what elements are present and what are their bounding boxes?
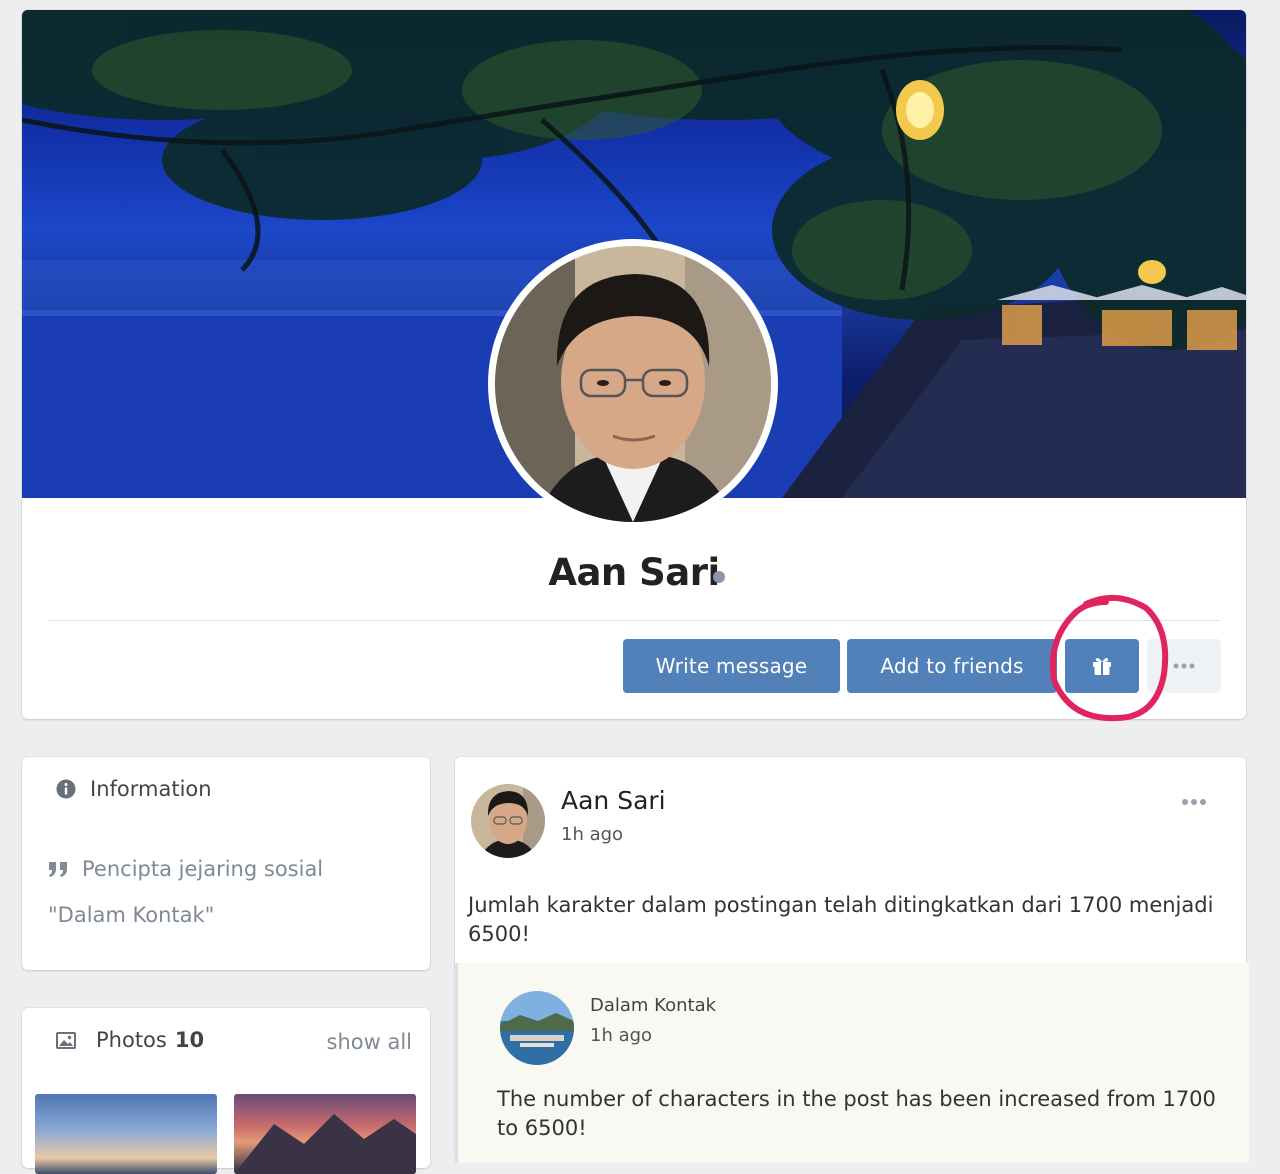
repost-author-avatar[interactable] (500, 991, 574, 1065)
post-author-avatar[interactable] (471, 784, 545, 858)
write-message-button[interactable]: Write message (623, 639, 840, 693)
status-quote: Pencipta jejaring sosial (48, 857, 323, 881)
online-status-dot (713, 571, 725, 583)
photos-count: 10 (174, 1028, 205, 1052)
post-timestamp[interactable]: 1h ago (561, 824, 623, 845)
profile-more-button[interactable] (1147, 639, 1221, 693)
photo-thumbnail[interactable] (234, 1094, 416, 1174)
profile-header-card: Aan Sari Write message Add to friends (22, 10, 1246, 719)
header-divider (48, 620, 1220, 621)
information-header: Information (56, 777, 212, 801)
more-dots-icon (1173, 663, 1195, 669)
profile-avatar-frame[interactable] (488, 239, 778, 529)
repost-timestamp[interactable]: 1h ago (590, 1025, 652, 1046)
profile-avatar[interactable] (495, 246, 771, 522)
post-author-name[interactable]: Aan Sari (561, 786, 666, 815)
post-more-button[interactable] (1181, 791, 1207, 810)
quote-icon (49, 862, 67, 877)
add-to-friends-button[interactable]: Add to friends (847, 639, 1057, 693)
status-text-line2: "Dalam Kontak" (48, 903, 215, 927)
information-card: Information Pencipta jejaring sosial "Da… (22, 757, 430, 970)
info-icon (56, 779, 76, 799)
information-title: Information (90, 777, 212, 801)
wall-post: Aan Sari 1h ago Jumlah karakter dalam po… (455, 757, 1249, 1163)
gift-icon (1093, 658, 1111, 675)
status-text-line1: Pencipta jejaring sosial (82, 857, 324, 881)
photos-card: Photos 10 show all (22, 1008, 430, 1174)
repost-text: The number of characters in the post has… (497, 1087, 1216, 1140)
photos-label: Photos (96, 1028, 167, 1052)
post-text: Jumlah karakter dalam postingan telah di… (468, 893, 1214, 946)
send-gift-button[interactable] (1065, 639, 1139, 693)
photo-icon (56, 1031, 76, 1049)
photos-show-all-link[interactable]: show all (327, 1030, 413, 1054)
profile-name: Aan Sari (548, 551, 720, 594)
photo-thumbnail[interactable] (35, 1094, 217, 1174)
repost-author-name[interactable]: Dalam Kontak (590, 995, 716, 1016)
photos-header[interactable]: Photos 10 (56, 1028, 204, 1052)
repost-block: Dalam Kontak 1h ago The number of charac… (455, 963, 1249, 1163)
more-dots-icon (1182, 799, 1206, 805)
